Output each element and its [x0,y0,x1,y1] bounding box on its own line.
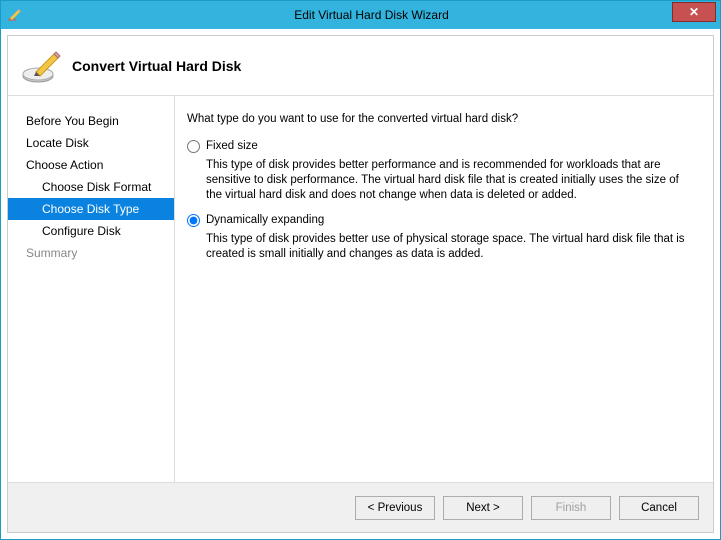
radio-fixed-size[interactable] [187,140,200,153]
option-label: Fixed size [206,139,258,154]
wizard-window: Edit Virtual Hard Disk Wizard ✕ Convert … [0,0,721,540]
cancel-button[interactable]: Cancel [619,496,699,520]
options-group: Fixed size This type of disk provides bet… [187,139,697,262]
wizard-footer: < Previous Next > Finish Cancel [8,482,713,532]
page-title: Convert Virtual Hard Disk [72,58,241,74]
finish-button[interactable]: Finish [531,496,611,520]
app-icon [7,7,23,23]
disk-pencil-icon [22,46,62,86]
option-row[interactable]: Fixed size [187,139,697,154]
window-title: Edit Virtual Hard Disk Wizard [23,8,720,22]
option-label: Dynamically expanding [206,213,324,228]
sidebar-item-configure-disk[interactable]: Configure Disk [8,220,174,242]
sidebar-item-before-you-begin[interactable]: Before You Begin [8,110,174,132]
option-description: This type of disk provides better perfor… [206,158,697,203]
wizard-header: Convert Virtual Hard Disk [8,36,713,96]
option-row[interactable]: Dynamically expanding [187,213,697,228]
dialog-body: Convert Virtual Hard Disk Before You Beg… [7,35,714,533]
radio-dynamically-expanding[interactable] [187,214,200,227]
next-button[interactable]: Next > [443,496,523,520]
question-text: What type do you want to use for the con… [187,112,697,127]
sidebar-item-choose-action[interactable]: Choose Action [8,154,174,176]
option-description: This type of disk provides better use of… [206,232,697,262]
sidebar-item-choose-disk-type[interactable]: Choose Disk Type [8,198,174,220]
main-panel: What type do you want to use for the con… [175,96,713,482]
steps-sidebar: Before You BeginLocate DiskChoose Action… [8,96,175,482]
close-button[interactable]: ✕ [672,2,716,22]
sidebar-item-summary: Summary [8,242,174,264]
option-dynamically-expanding: Dynamically expanding This type of disk p… [187,213,697,262]
close-icon: ✕ [689,5,699,19]
option-fixed-size: Fixed size This type of disk provides bet… [187,139,697,203]
previous-button[interactable]: < Previous [355,496,435,520]
sidebar-item-choose-disk-format[interactable]: Choose Disk Format [8,176,174,198]
content-row: Before You BeginLocate DiskChoose Action… [8,96,713,482]
sidebar-item-locate-disk[interactable]: Locate Disk [8,132,174,154]
titlebar: Edit Virtual Hard Disk Wizard ✕ [1,1,720,29]
